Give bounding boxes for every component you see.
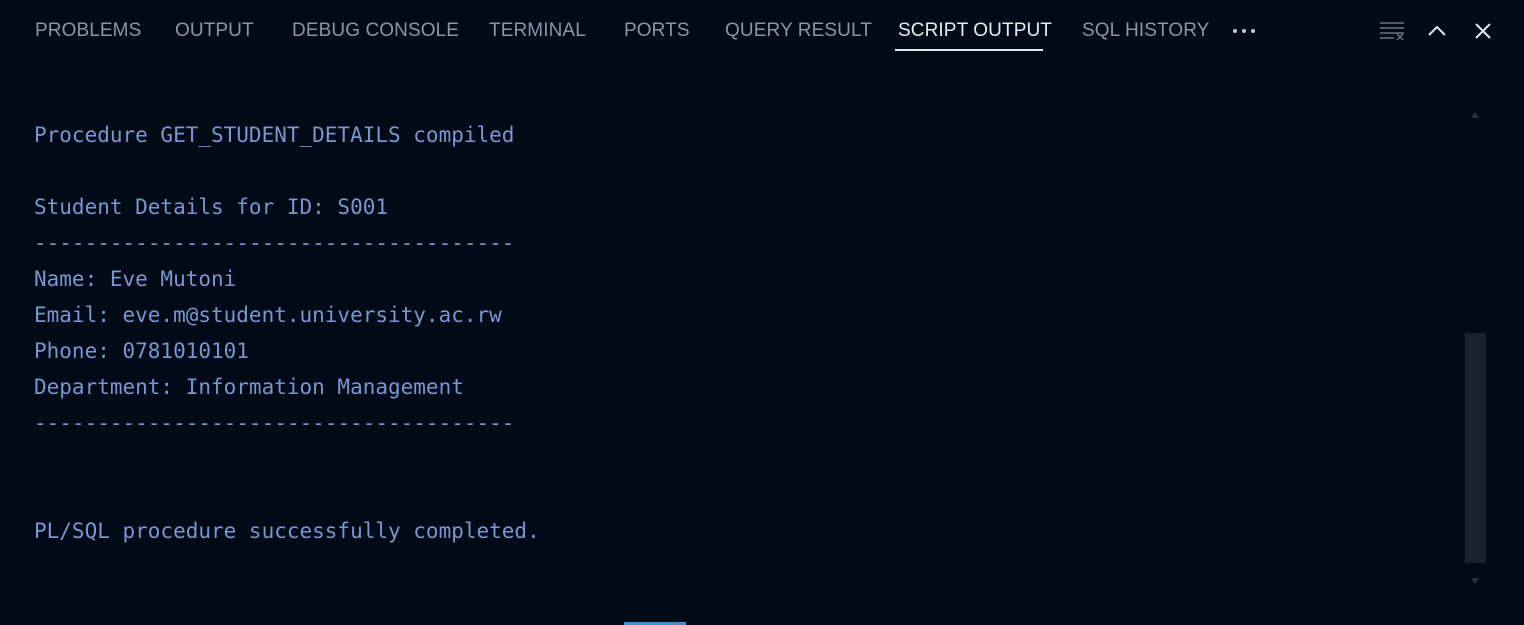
output-line: Department: Information Management xyxy=(34,375,464,399)
chevron-up-icon[interactable] xyxy=(1423,17,1451,45)
tab-output[interactable]: OUTPUT xyxy=(175,20,254,42)
output-line: Procedure GET_STUDENT_DETAILS compiled xyxy=(34,123,515,147)
scroll-down-arrow-icon[interactable] xyxy=(1470,572,1480,584)
active-tab-indicator xyxy=(895,49,1043,51)
output-line: -------------------------------------- xyxy=(34,411,515,435)
tab-terminal[interactable]: TERMINAL xyxy=(489,20,586,42)
output-line: Student Details for ID: S001 xyxy=(34,195,389,219)
clear-output-icon[interactable] xyxy=(1378,17,1406,45)
bottom-panel: PROBLEMS OUTPUT DEBUG CONSOLE TERMINAL P… xyxy=(0,0,1524,625)
close-icon[interactable] xyxy=(1469,17,1497,45)
tab-script-output[interactable]: SCRIPT OUTPUT xyxy=(898,20,1052,42)
scroll-up-arrow-icon[interactable] xyxy=(1470,106,1480,118)
panel-tab-bar: PROBLEMS OUTPUT DEBUG CONSOLE TERMINAL P… xyxy=(0,0,1524,62)
script-output-console[interactable]: Procedure GET_STUDENT_DETAILS compiled S… xyxy=(34,117,1434,577)
output-line: Email: eve.m@student.university.ac.rw xyxy=(34,303,502,327)
tab-ports[interactable]: PORTS xyxy=(624,20,690,42)
output-line: Name: Eve Mutoni xyxy=(34,267,237,291)
tab-sql-history[interactable]: SQL HISTORY xyxy=(1082,20,1209,42)
output-line: Phone: 0781010101 xyxy=(34,339,249,363)
tab-debug-console[interactable]: DEBUG CONSOLE xyxy=(292,20,459,42)
tab-problems[interactable]: PROBLEMS xyxy=(35,20,141,42)
tab-query-result[interactable]: QUERY RESULT xyxy=(725,20,872,42)
output-line: PL/SQL procedure successfully completed. xyxy=(34,519,540,543)
vertical-scrollbar-thumb[interactable] xyxy=(1465,333,1486,563)
output-line: -------------------------------------- xyxy=(34,231,515,255)
more-actions-icon[interactable] xyxy=(1230,20,1258,42)
